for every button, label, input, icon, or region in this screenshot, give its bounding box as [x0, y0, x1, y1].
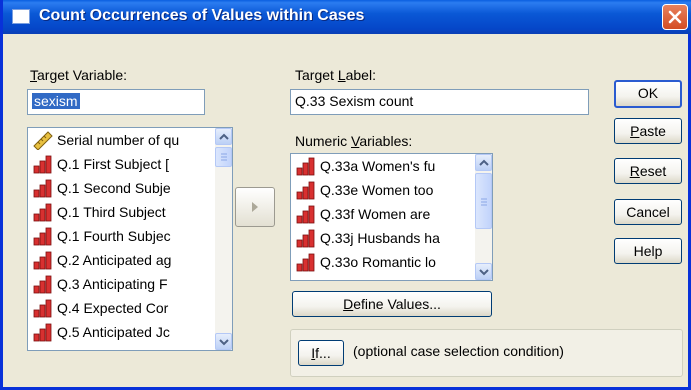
list-item-label: Q.1 First Subject [ [57, 156, 170, 172]
target-variable-value: sexism [32, 93, 80, 109]
list-item[interactable]: Q.1 Fourth Subjec [28, 224, 215, 248]
close-button[interactable] [662, 4, 688, 30]
list-item-label: Q.33o Romantic lo [320, 254, 436, 270]
condition-text: (optional case selection condition) [353, 343, 564, 359]
window-icon [12, 9, 30, 24]
target-label-label: Target Label: [295, 67, 376, 83]
list-item-label: Serial number of qu [57, 132, 180, 148]
ruler-icon [33, 131, 53, 150]
bar-chart-icon [33, 179, 52, 198]
ok-button[interactable]: OK [614, 80, 682, 108]
case-selection-group: If... (optional case selection condition… [290, 329, 683, 377]
target-label-input[interactable]: Q.33 Sexism count [290, 89, 589, 115]
list-item-label: Q.5 Anticipated Jc [57, 324, 170, 340]
list-item-label: Q.1 Fourth Subjec [57, 228, 171, 244]
chevron-up-icon [479, 159, 489, 166]
title-bar[interactable]: Count Occurrences of Values within Cases [3, 0, 691, 34]
close-icon [668, 10, 682, 24]
list-item[interactable]: Q.2 Anticipated ag [28, 248, 215, 272]
source-list-scrollbar[interactable] [215, 128, 232, 350]
scroll-down-button[interactable] [475, 263, 492, 280]
list-item-label: Q.3 Anticipating F [57, 276, 168, 292]
grip-icon [481, 198, 487, 206]
numeric-variables-list[interactable]: Q.33a Women's fu Q.33e Women too Q.33f Wom… [290, 153, 493, 281]
list-item-label: Q.1 Second Subje [57, 180, 171, 196]
chevron-up-icon [219, 133, 229, 140]
bar-chart-icon [33, 251, 52, 270]
list-item-label: Q.33f Women are [320, 206, 431, 222]
scroll-thumb[interactable] [475, 173, 492, 229]
move-variable-button[interactable] [235, 187, 275, 227]
reset-button[interactable]: Reset [614, 158, 682, 184]
list-item-label: Q.33e Women too [320, 182, 434, 198]
bar-chart-icon [33, 203, 52, 222]
list-item[interactable]: Q.1 First Subject [ [28, 152, 215, 176]
list-item-label: Q.33a Women's fu [320, 158, 436, 174]
bar-chart-icon [296, 181, 315, 200]
list-item[interactable]: Q.33a Women's fu [291, 154, 475, 178]
bar-chart-icon [33, 155, 52, 174]
list-item[interactable]: Serial number of qu [28, 128, 215, 152]
window-title: Count Occurrences of Values within Cases [39, 7, 365, 24]
bar-chart-icon [33, 227, 52, 246]
arrow-right-icon [252, 202, 258, 212]
bar-chart-icon [33, 323, 52, 342]
bar-chart-icon [296, 229, 315, 248]
paste-button[interactable]: Paste [614, 118, 682, 144]
list-item[interactable]: Q.33o Romantic lo [291, 250, 475, 274]
target-variable-label: Target Variable: [30, 67, 128, 83]
cancel-button[interactable]: Cancel [614, 199, 682, 225]
scroll-up-button[interactable] [475, 154, 492, 171]
list-item[interactable]: Q.4 Expected Cor [28, 296, 215, 320]
target-variable-input[interactable]: sexism [27, 89, 205, 115]
list-item[interactable]: Q.1 Third Subject [28, 200, 215, 224]
chevron-down-icon [479, 269, 489, 276]
list-item-label: Q.2 Anticipated ag [57, 252, 172, 268]
chevron-down-icon [219, 339, 229, 346]
bar-chart-icon [296, 253, 315, 272]
scroll-thumb[interactable] [215, 147, 232, 167]
list-item-label: Q.1 Third Subject [57, 204, 166, 220]
if-button[interactable]: If... [298, 340, 344, 366]
dialog-window: Count Occurrences of Values within Cases… [0, 0, 691, 390]
bar-chart-icon [33, 299, 52, 318]
source-variables-list[interactable]: Serial number of qu Q.1 First Subject [ Q.… [27, 127, 233, 351]
list-item[interactable]: Q.33e Women too [291, 178, 475, 202]
list-item[interactable]: Q.1 Second Subje [28, 176, 215, 200]
scroll-up-button[interactable] [215, 128, 232, 145]
list-item[interactable]: Q.3 Anticipating F [28, 272, 215, 296]
numeric-variables-label: Numeric Variables: [295, 133, 413, 149]
list-item[interactable]: Q.5 Anticipated Jc [28, 320, 215, 344]
define-values-button[interactable]: Define Values... [292, 291, 492, 317]
list-item-label: Q.4 Expected Cor [57, 300, 169, 316]
list-item-label: Q.33j Husbands ha [320, 230, 440, 246]
list-item[interactable]: Q.33f Women are [291, 202, 475, 226]
grip-icon [221, 153, 227, 161]
scroll-down-button[interactable] [215, 333, 232, 350]
help-button[interactable]: Help [614, 238, 682, 264]
bar-chart-icon [33, 275, 52, 294]
list-item[interactable]: Q.33j Husbands ha [291, 226, 475, 250]
bar-chart-icon [296, 205, 315, 224]
bar-chart-icon [296, 157, 315, 176]
numeric-list-scrollbar[interactable] [475, 154, 492, 280]
